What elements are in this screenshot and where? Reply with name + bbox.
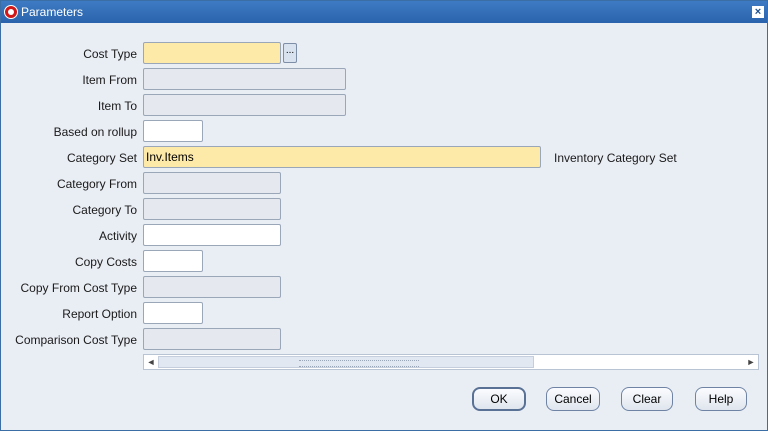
category-to-label: Category To: [72, 203, 137, 217]
scrollbar-grip: [299, 360, 419, 367]
cancel-button[interactable]: Cancel: [546, 387, 600, 411]
close-icon[interactable]: ×: [752, 6, 764, 18]
scrollbar-thumb[interactable]: [158, 356, 534, 368]
ok-button[interactable]: OK: [472, 387, 526, 411]
copy-costs-label: Copy Costs: [74, 255, 137, 269]
report-option-label: Report Option: [62, 307, 137, 321]
item-from-field[interactable]: [143, 68, 346, 90]
based-on-rollup-field[interactable]: [143, 120, 203, 142]
report-option-field[interactable]: [143, 302, 203, 324]
copy-from-cost-type-field[interactable]: [143, 276, 281, 298]
item-to-field[interactable]: [143, 94, 346, 116]
category-from-field[interactable]: [143, 172, 281, 194]
scroll-left-icon[interactable]: ◄: [145, 356, 157, 368]
parameters-form: Cost Type ... Item From Item To Based on…: [1, 23, 767, 430]
activity-label: Activity: [98, 229, 137, 243]
copy-costs-field[interactable]: [143, 250, 203, 272]
comparison-cost-type-label: Comparison Cost Type: [15, 333, 137, 347]
scroll-right-icon[interactable]: ►: [745, 356, 757, 368]
clear-button[interactable]: Clear: [621, 387, 673, 411]
category-from-label: Category From: [56, 177, 137, 191]
copy-from-cost-type-label: Copy From Cost Type: [20, 281, 137, 295]
help-button[interactable]: Help: [695, 387, 747, 411]
item-to-label: Item To: [97, 99, 137, 113]
cost-type-lov-button[interactable]: ...: [283, 43, 297, 63]
activity-field[interactable]: [143, 224, 281, 246]
category-to-field[interactable]: [143, 198, 281, 220]
comparison-cost-type-field[interactable]: [143, 328, 281, 350]
title-bar[interactable]: Parameters ×: [1, 1, 767, 23]
window-title: Parameters: [21, 5, 84, 19]
category-set-description: Inventory Category Set: [554, 151, 677, 165]
parameters-window: Parameters × Cost Type ... Item From Ite…: [0, 0, 768, 431]
item-from-label: Item From: [82, 73, 137, 87]
cost-type-field[interactable]: [143, 42, 281, 64]
horizontal-scrollbar[interactable]: ◄ ►: [143, 354, 759, 370]
cost-type-label: Cost Type: [83, 47, 137, 61]
category-set-field[interactable]: Inv.Items: [143, 146, 541, 168]
based-on-rollup-label: Based on rollup: [53, 125, 137, 139]
category-set-label: Category Set: [66, 151, 137, 165]
oracle-logo-icon: [4, 5, 18, 19]
